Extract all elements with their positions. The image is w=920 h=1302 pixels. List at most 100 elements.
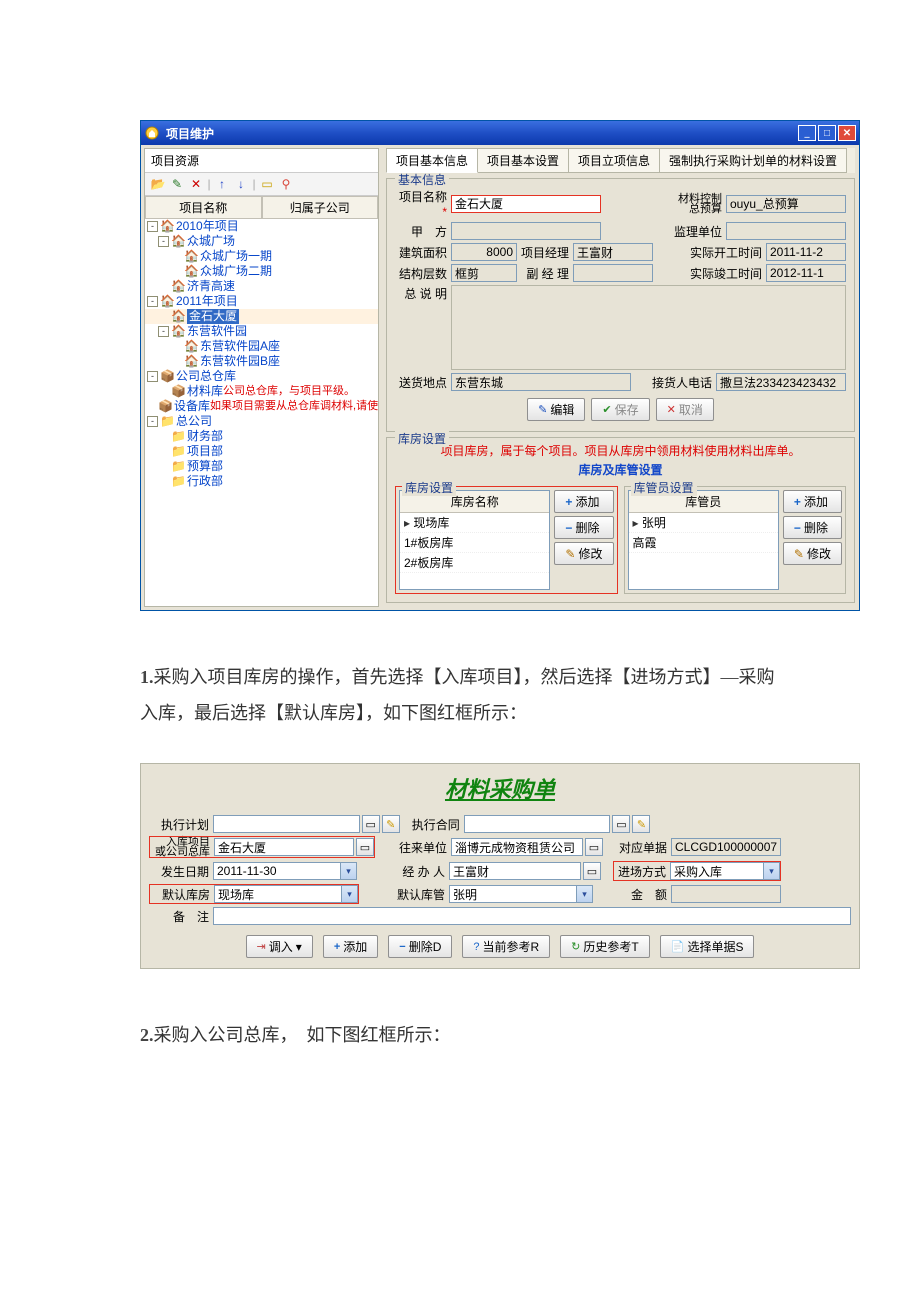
- curref-button[interactable]: ?当前参考R: [462, 935, 550, 958]
- hisref-button[interactable]: ↻历史参考T: [560, 935, 650, 958]
- input-defwh[interactable]: [214, 885, 342, 903]
- input-mode[interactable]: [670, 862, 764, 880]
- list-item[interactable]: 现场库: [400, 513, 549, 533]
- tree-node[interactable]: 📁财务部: [145, 429, 378, 444]
- input-addr[interactable]: [451, 373, 631, 391]
- project-tree[interactable]: -🏠2010年项目-🏠众城广场🏠众城广场一期🏠众城广场二期🏠济青高速-🏠2011…: [145, 219, 378, 606]
- tab-basic-info[interactable]: 项目基本信息: [386, 148, 478, 173]
- from-lookup-icon[interactable]: ▭: [585, 838, 603, 856]
- tree-node[interactable]: -📦公司总仓库: [145, 369, 378, 384]
- input-from[interactable]: [451, 838, 583, 856]
- room-mod-button[interactable]: ✎修改: [554, 542, 613, 565]
- left-toolbar: 📂 ✎ ✕ | ↑ ↓ | ▭ ⚲: [145, 172, 378, 196]
- titlebar: 项目维护 _ □ ✕: [141, 121, 859, 145]
- contract-clear-icon[interactable]: ✎: [632, 815, 650, 833]
- room-add-button[interactable]: +添加: [554, 490, 613, 513]
- tree-node[interactable]: 📁行政部: [145, 474, 378, 489]
- tool-pin-icon[interactable]: ⚲: [277, 175, 295, 193]
- plan-lookup-icon[interactable]: ▭: [362, 815, 380, 833]
- maximize-button[interactable]: □: [818, 125, 836, 141]
- edit-button[interactable]: ✎编辑: [527, 398, 585, 421]
- input-floor[interactable]: [451, 264, 517, 282]
- input-remark[interactable]: [213, 907, 851, 925]
- input-desc[interactable]: [451, 285, 846, 370]
- input-area[interactable]: [451, 243, 517, 261]
- col-sub: 归属子公司: [262, 196, 379, 219]
- tree-node[interactable]: 🏠金石大厦: [145, 309, 378, 324]
- input-start[interactable]: [766, 243, 846, 261]
- tree-node[interactable]: 🏠东营软件园B座: [145, 354, 378, 369]
- doc-paragraph-2: 2.采购入公司总库， 如下图红框所示：: [140, 1017, 780, 1053]
- input-defmgr[interactable]: [449, 885, 577, 903]
- input-plan[interactable]: [213, 815, 360, 833]
- label-jia: 甲 方: [395, 223, 451, 240]
- tree-node[interactable]: -🏠众城广场: [145, 234, 378, 249]
- wh-mgr-panel: 库管员设置 库管员 张明 高霞 +添加 −删除 ✎修改: [624, 486, 847, 594]
- wh-room-list[interactable]: 库房名称 现场库 1#板房库 2#板房库: [399, 490, 550, 590]
- input-proj[interactable]: [214, 838, 354, 856]
- wh-mgr-list[interactable]: 库管员 张明 高霞: [628, 490, 779, 590]
- input-end[interactable]: [766, 264, 846, 282]
- input-jia[interactable]: [451, 222, 601, 240]
- contract-lookup-icon[interactable]: ▭: [612, 815, 630, 833]
- tree-node[interactable]: 🏠济青高速: [145, 279, 378, 294]
- room-del-button[interactable]: −删除: [554, 516, 613, 539]
- chevron-down-icon[interactable]: ▾: [577, 885, 593, 903]
- del-button[interactable]: −删除D: [388, 935, 452, 958]
- tool-down-icon[interactable]: ↓: [232, 175, 250, 193]
- tree-node[interactable]: -🏠东营软件园: [145, 324, 378, 339]
- save-button[interactable]: ✔保存: [591, 398, 649, 421]
- tree-node[interactable]: -🏠2010年项目: [145, 219, 378, 234]
- plan-clear-icon[interactable]: ✎: [382, 815, 400, 833]
- tool-edit-icon[interactable]: ✎: [168, 175, 186, 193]
- tree-node[interactable]: 🏠众城广场一期: [145, 249, 378, 264]
- input-vice[interactable]: [573, 264, 653, 282]
- list-item[interactable]: 高霞: [629, 533, 778, 553]
- chevron-down-icon[interactable]: ▾: [342, 885, 358, 903]
- diao-button[interactable]: ⇥调入 ▾: [246, 935, 313, 958]
- input-phone[interactable]: [716, 373, 846, 391]
- input-mgr[interactable]: [573, 243, 653, 261]
- tree-node[interactable]: 🏠东营软件园A座: [145, 339, 378, 354]
- close-button[interactable]: ✕: [838, 125, 856, 141]
- tree-node[interactable]: 📁预算部: [145, 459, 378, 474]
- refresh-icon: ↻: [571, 940, 580, 953]
- cancel-button[interactable]: ✕取消: [656, 398, 714, 421]
- tool-delete-icon[interactable]: ✕: [187, 175, 205, 193]
- plus-icon: +: [565, 495, 572, 509]
- add-button[interactable]: +添加: [323, 935, 378, 958]
- input-contract[interactable]: [464, 815, 611, 833]
- tree-node[interactable]: 🏠众城广场二期: [145, 264, 378, 279]
- label-amount: 金 额: [615, 886, 671, 903]
- input-handler[interactable]: [449, 862, 581, 880]
- tree-node[interactable]: -🏠2011年项目: [145, 294, 378, 309]
- wh-room-panel: 库房设置 库房名称 现场库 1#板房库 2#板房库 +添加 −删除: [395, 486, 618, 594]
- doc-icon: 📄: [671, 940, 685, 953]
- mgr-mod-button[interactable]: ✎修改: [783, 542, 842, 565]
- tab-found-info[interactable]: 项目立项信息: [568, 148, 660, 173]
- proj-lookup-icon[interactable]: ▭: [356, 838, 374, 856]
- list-item[interactable]: 张明: [629, 513, 778, 533]
- input-date[interactable]: [213, 862, 341, 880]
- mgr-del-button[interactable]: −删除: [783, 516, 842, 539]
- tree-node[interactable]: 📁项目部: [145, 444, 378, 459]
- list-item[interactable]: 1#板房库: [400, 533, 549, 553]
- tool-card-icon[interactable]: ▭: [258, 175, 276, 193]
- input-super[interactable]: [726, 222, 846, 240]
- tab-basic-settings[interactable]: 项目基本设置: [477, 148, 569, 173]
- tool-up-icon[interactable]: ↑: [213, 175, 231, 193]
- chevron-down-icon[interactable]: ▾: [341, 862, 357, 880]
- tree-node[interactable]: -📁总公司: [145, 414, 378, 429]
- input-project-name[interactable]: [451, 195, 601, 213]
- tool-folder-icon[interactable]: 📂: [149, 175, 167, 193]
- tab-force-plan[interactable]: 强制执行采购计划单的材料设置: [659, 148, 847, 173]
- import-icon: ⇥: [257, 940, 266, 953]
- chevron-down-icon[interactable]: ▾: [764, 862, 780, 880]
- tree-node[interactable]: 📦设备库 如果项目需要从总仓库调材料,请使用材料调拨单。: [145, 399, 378, 414]
- seldoc-button[interactable]: 📄选择单据S: [660, 935, 755, 958]
- handler-lookup-icon[interactable]: ▭: [583, 862, 601, 880]
- mgr-add-button[interactable]: +添加: [783, 490, 842, 513]
- minimize-button[interactable]: _: [798, 125, 816, 141]
- tree-node[interactable]: 📦材料库 公司总仓库，与项目平级。: [145, 384, 378, 399]
- list-item[interactable]: 2#板房库: [400, 553, 549, 573]
